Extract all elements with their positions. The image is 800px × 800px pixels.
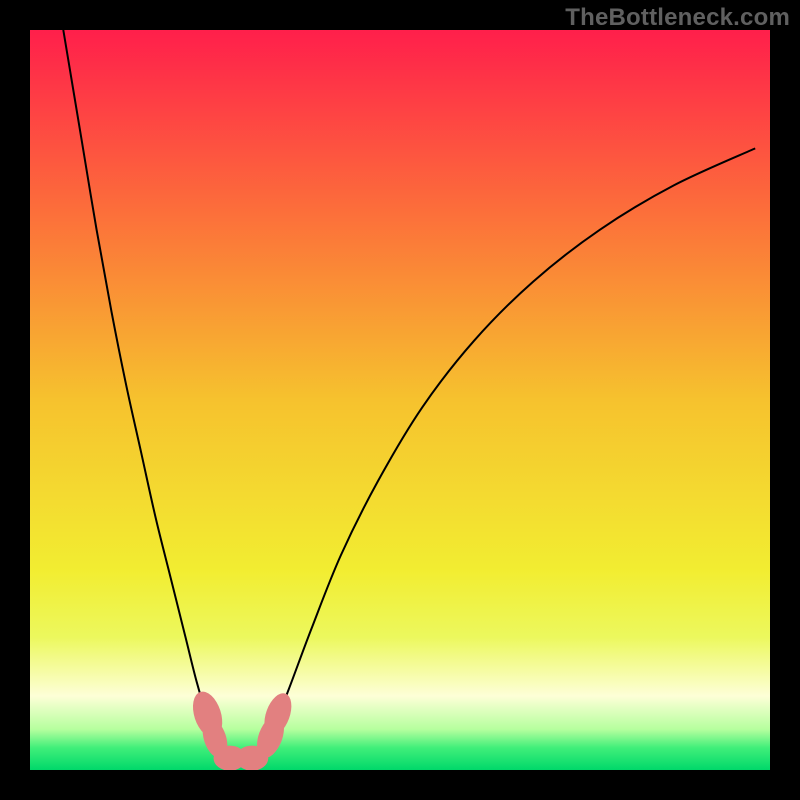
watermark-label: TheBottleneck.com [565,4,790,32]
gradient-background [30,30,770,770]
bottleneck-chart [30,30,770,770]
chart-frame: TheBottleneck.com [0,0,800,800]
